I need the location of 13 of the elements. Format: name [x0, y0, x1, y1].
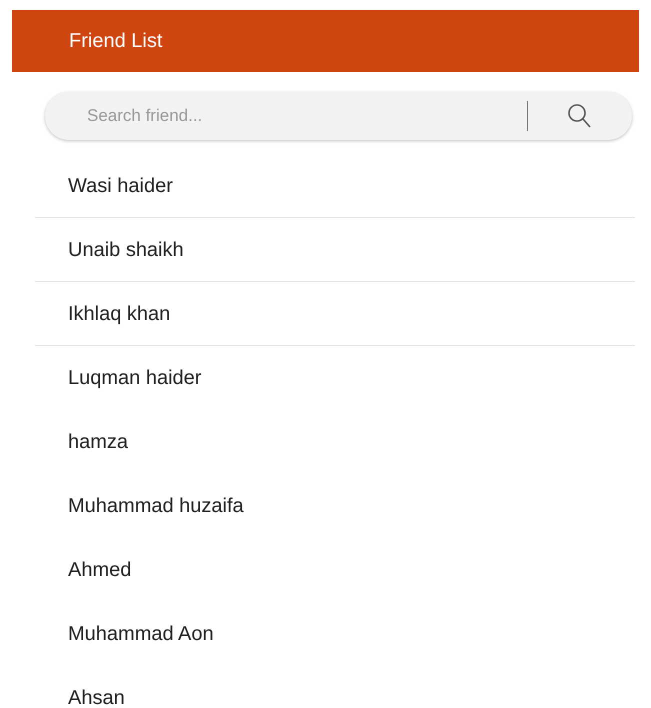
search-icon[interactable]: [566, 103, 592, 129]
friend-name[interactable]: Unaib shaikh: [68, 234, 184, 264]
friend-name[interactable]: Wasi haider: [68, 170, 173, 200]
search-field[interactable]: Search friend...: [45, 92, 632, 140]
friend-name[interactable]: Ikhlaq khan: [68, 298, 170, 328]
friend-name[interactable]: Muhammad Aon: [68, 618, 214, 648]
friend-name[interactable]: Luqman haider: [68, 362, 202, 392]
friend-name[interactable]: hamza: [68, 426, 128, 456]
friend-name[interactable]: Ahmed: [68, 554, 132, 584]
search-input[interactable]: Search friend...: [87, 103, 527, 129]
friend-name[interactable]: Ahsan: [68, 682, 125, 708]
friend-name[interactable]: Muhammad huzaifa: [68, 490, 244, 520]
header-title: Friend List: [69, 29, 162, 54]
